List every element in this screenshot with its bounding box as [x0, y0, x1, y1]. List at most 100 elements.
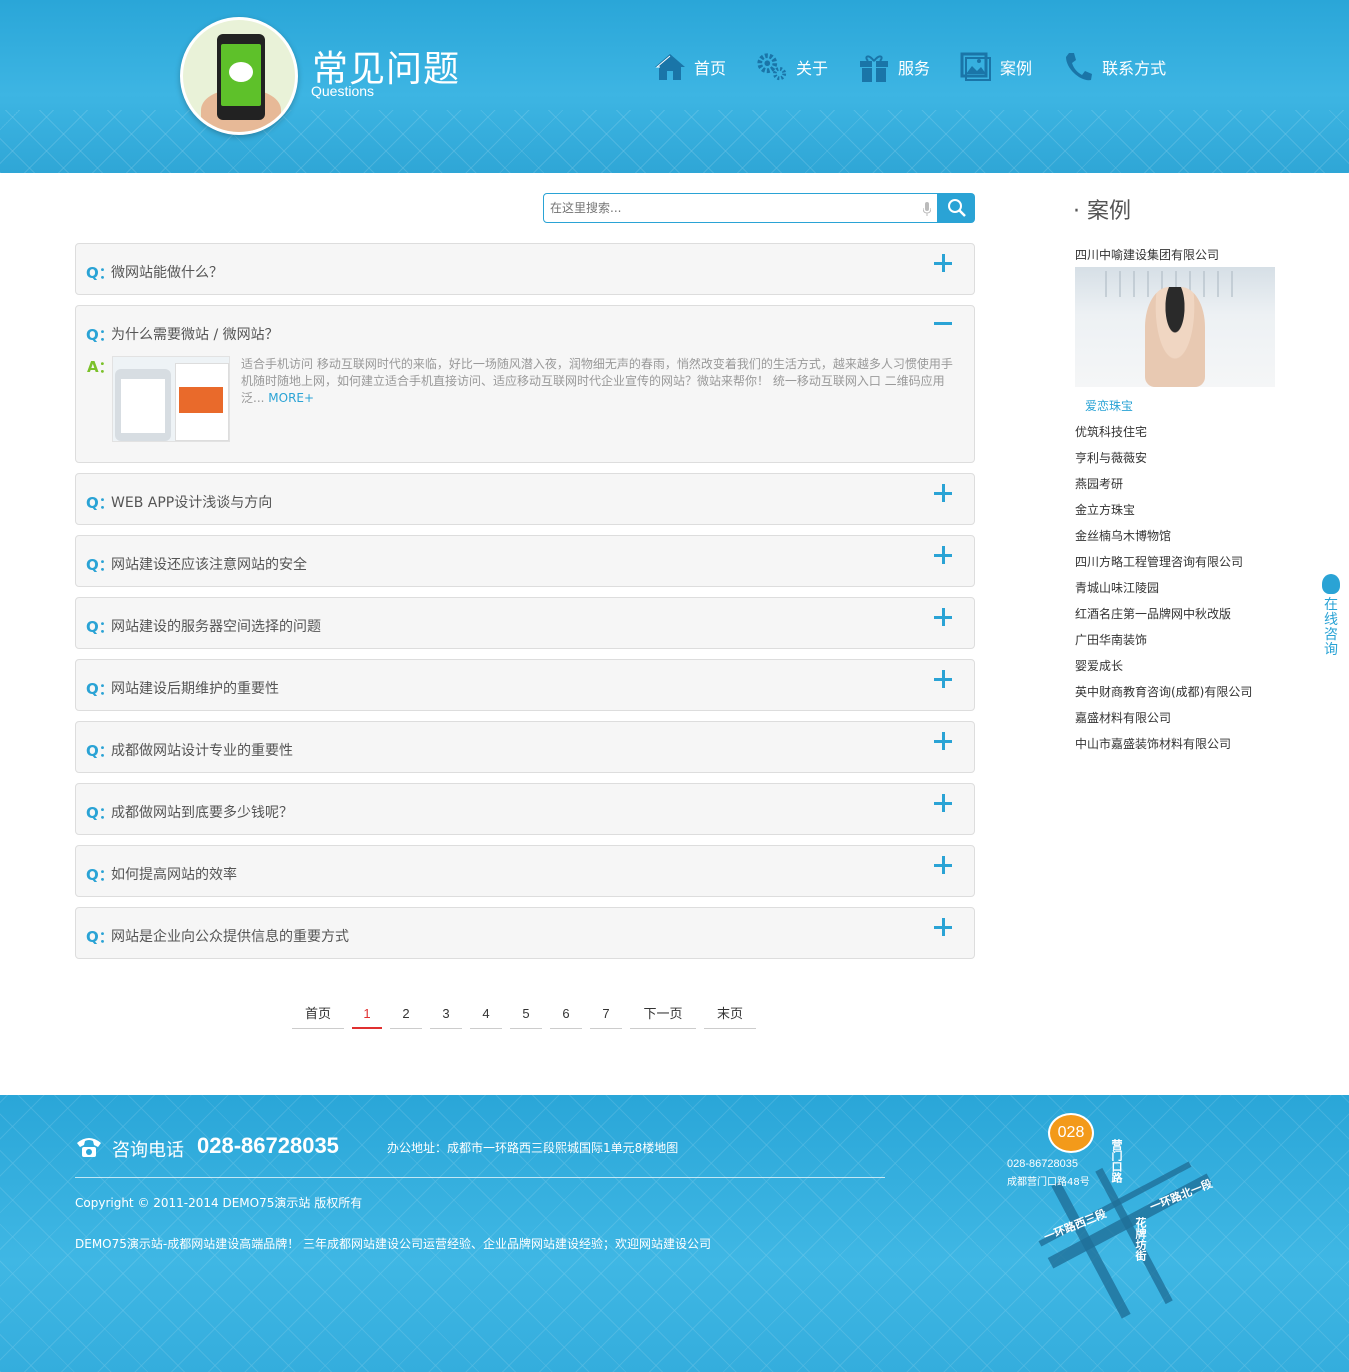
faq-item-expanded[interactable]: Q： 为什么需要微站 / 微网站？ A： 适合手机访问 移动互联网时代的来临，好…	[75, 305, 975, 463]
microphone-icon[interactable]	[923, 202, 931, 216]
main-nav: 首页 关于 服务 案例 联系方式	[654, 51, 1196, 83]
faq-question[interactable]: 网站建设后期维护的重要性	[111, 678, 279, 698]
faq-item[interactable]: Q： 网站建设的服务器空间选择的问题	[75, 597, 975, 649]
footer-divider	[75, 1177, 885, 1178]
nav-home-label: 首页	[694, 59, 727, 78]
case-item[interactable]: 嘉盛材料有限公司	[1075, 709, 1171, 726]
expand-plus-icon[interactable]	[934, 670, 952, 688]
road-label: 营门口路	[1110, 1139, 1123, 1183]
faq-item[interactable]: Q： 微网站能做什么？	[75, 243, 975, 295]
faq-question[interactable]: 成都做网站到底要多少钱呢？	[111, 802, 293, 822]
case-item[interactable]: 金丝楠乌木博物馆	[1075, 527, 1171, 544]
online-consult-float[interactable]: 在线咨询	[1320, 574, 1342, 658]
faq-q-label: Q：	[86, 494, 114, 512]
faq-a-label: A：	[87, 358, 114, 376]
page-link[interactable]: 4	[470, 1003, 502, 1029]
faq-question[interactable]: 网站建设的服务器空间选择的问题	[111, 616, 321, 636]
faq-q-label: Q：	[86, 556, 114, 574]
case-item[interactable]: 中山市嘉盛装饰材料有限公司	[1075, 735, 1231, 752]
page-link-current[interactable]: 1	[352, 1003, 382, 1029]
page-last[interactable]: 末页	[704, 1003, 756, 1029]
page-link[interactable]: 3	[430, 1003, 462, 1029]
page-subtitle: Questions	[311, 83, 375, 99]
nav-cases[interactable]: 案例	[960, 51, 1032, 83]
faq-q-label: Q：	[86, 680, 114, 698]
map-badge: 028	[1048, 1113, 1094, 1153]
collapse-minus-icon[interactable]	[934, 314, 952, 332]
faq-q-label: Q：	[86, 264, 114, 282]
case-thumbnail[interactable]	[1075, 267, 1275, 387]
faq-item[interactable]: Q： WEB APP设计浅谈与方向	[75, 473, 975, 525]
case-item[interactable]: 金立方珠宝	[1075, 501, 1135, 518]
faq-question[interactable]: WEB APP设计浅谈与方向	[111, 492, 272, 512]
faq-question[interactable]: 网站是企业向公众提供信息的重要方式	[111, 926, 349, 946]
gears-icon	[756, 51, 788, 83]
case-item[interactable]: 优筑科技住宅	[1075, 423, 1147, 440]
faq-answer-text: 适合手机访问 移动互联网时代的来临，好比一场随风潜入夜，润物细无声的春雨，悄然改…	[241, 357, 953, 405]
faq-q-label: Q：	[86, 928, 114, 946]
faq-item[interactable]: Q： 成都做网站到底要多少钱呢？	[75, 783, 975, 835]
faq-q-label: Q：	[86, 742, 114, 760]
faq-item[interactable]: Q： 如何提高网站的效率	[75, 845, 975, 897]
faq-question[interactable]: 如何提高网站的效率	[111, 864, 237, 884]
faq-q-label: Q：	[86, 804, 114, 822]
nav-contact-label: 联系方式	[1102, 59, 1167, 78]
faq-q-label: Q：	[86, 866, 114, 884]
site-footer: 咨询电话 028-86728035 办公地址：成都市一环路西三段熙城国际1单元8…	[0, 1095, 1349, 1372]
phone-icon	[1062, 51, 1094, 83]
case-item[interactable]: 英中财商教育咨询(成都)有限公司	[1075, 683, 1252, 700]
nav-contact[interactable]: 联系方式	[1062, 51, 1166, 83]
footer-description: DEMO75演示站-成都网站建设高端品牌！ 三年成都网站建设公司运营经验、企业品…	[75, 1237, 712, 1251]
page-link[interactable]: 5	[510, 1003, 542, 1029]
faq-item[interactable]: Q： 成都做网站设计专业的重要性	[75, 721, 975, 773]
telephone-icon	[77, 1138, 101, 1157]
expand-plus-icon[interactable]	[934, 918, 952, 936]
case-item[interactable]: 四川方略工程管理咨询有限公司	[1075, 553, 1243, 570]
case-item[interactable]: 亨利与薇薇安	[1075, 449, 1147, 466]
gift-icon	[858, 51, 890, 83]
more-link[interactable]: MORE+	[268, 391, 314, 405]
answer-thumbnail[interactable]	[112, 356, 230, 442]
page-link[interactable]: 7	[590, 1003, 622, 1029]
map-address: 成都营门口路48号	[1007, 1177, 1090, 1188]
page-first[interactable]: 首页	[292, 1003, 344, 1029]
case-featured[interactable]: 四川中喻建设集团有限公司	[1075, 246, 1219, 263]
faq-q-label: Q：	[86, 618, 114, 636]
faq-item[interactable]: Q： 网站建设还应该注意网站的安全	[75, 535, 975, 587]
faq-item[interactable]: Q： 网站建设后期维护的重要性	[75, 659, 975, 711]
faq-question[interactable]: 为什么需要微站 / 微网站？	[111, 324, 279, 344]
faq-q-label: Q：	[86, 326, 114, 344]
case-item[interactable]: 青城山味江陵园	[1075, 579, 1159, 596]
sidebar-title: · 案例	[1073, 199, 1131, 224]
search-button[interactable]	[938, 193, 975, 223]
search-input[interactable]	[544, 194, 904, 222]
nav-services[interactable]: 服务	[858, 51, 930, 83]
expand-plus-icon[interactable]	[934, 254, 952, 272]
page-next[interactable]: 下一页	[630, 1003, 696, 1029]
faq-question[interactable]: 网站建设还应该注意网站的安全	[111, 554, 307, 574]
page-link[interactable]: 2	[390, 1003, 422, 1029]
road-label: 花牌坊街	[1134, 1217, 1147, 1261]
logo-image[interactable]	[180, 17, 298, 135]
expand-plus-icon[interactable]	[934, 794, 952, 812]
expand-plus-icon[interactable]	[934, 484, 952, 502]
case-item[interactable]: 广田华南装饰	[1075, 631, 1147, 648]
case-item[interactable]: 燕园考研	[1075, 475, 1123, 492]
case-item[interactable]: 婴爱成长	[1075, 657, 1123, 674]
faq-item[interactable]: Q： 网站是企业向公众提供信息的重要方式	[75, 907, 975, 959]
pagination: 首页 1 2 3 4 5 6 7 下一页 末页	[292, 1003, 764, 1029]
expand-plus-icon[interactable]	[934, 856, 952, 874]
expand-plus-icon[interactable]	[934, 732, 952, 750]
faq-question[interactable]: 微网站能做什么？	[111, 262, 223, 282]
phone-label: 咨询电话	[112, 1140, 184, 1161]
case-highlight[interactable]: 爱恋珠宝	[1085, 397, 1133, 414]
page-link[interactable]: 6	[550, 1003, 582, 1029]
nav-about[interactable]: 关于	[756, 51, 828, 83]
expand-plus-icon[interactable]	[934, 608, 952, 626]
faq-question[interactable]: 成都做网站设计专业的重要性	[111, 740, 293, 760]
case-item[interactable]: 红酒名庄第一品牌网中秋改版	[1075, 605, 1231, 622]
expand-plus-icon[interactable]	[934, 546, 952, 564]
nav-home[interactable]: 首页	[654, 51, 726, 83]
picture-icon	[960, 51, 992, 83]
faq-answer: 适合手机访问 移动互联网时代的来临，好比一场随风潜入夜，润物细无声的春雨，悄然改…	[241, 356, 961, 407]
